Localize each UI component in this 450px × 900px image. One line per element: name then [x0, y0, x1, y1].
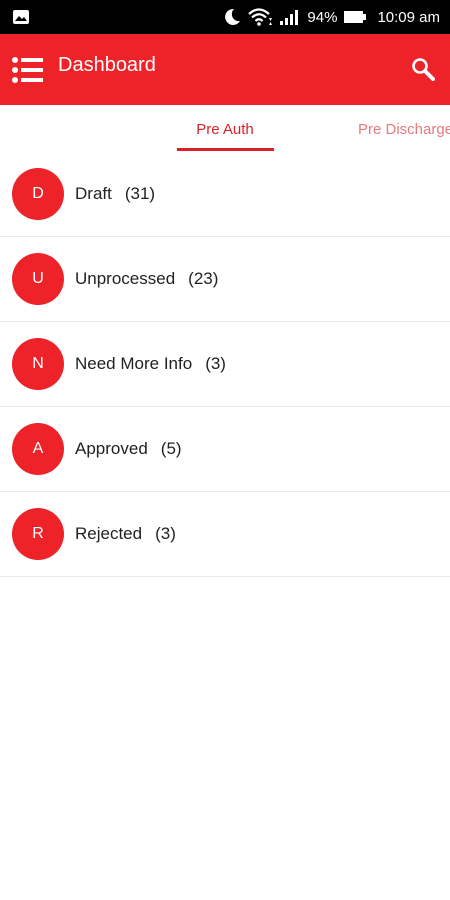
list-item-text: Unprocessed (23) — [75, 237, 218, 321]
list-item-approved[interactable]: A Approved (5) — [0, 407, 450, 492]
status-bar: 94% 10:09 am — [0, 0, 450, 34]
tab-pre-auth[interactable]: Pre Auth — [176, 105, 274, 153]
list-item-text: Approved (5) — [75, 407, 182, 491]
list-item-label: Draft — [75, 184, 112, 203]
tab-bar: Pre Auth Pre Discharge — [0, 105, 450, 153]
list-item-label: Approved — [75, 439, 148, 458]
list-item-rejected[interactable]: R Rejected (3) — [0, 492, 450, 577]
list-item-unprocessed[interactable]: U Unprocessed (23) — [0, 237, 450, 322]
status-list: D Draft (31) U Unprocessed (23) N Need M… — [0, 152, 450, 577]
status-time: 10:09 am — [377, 8, 440, 26]
page-title: Dashboard — [58, 54, 156, 76]
list-item-count: (3) — [205, 354, 226, 373]
avatar: N — [12, 338, 64, 390]
avatar: U — [12, 253, 64, 305]
app-bar: Dashboard — [0, 34, 450, 105]
list-item-label: Unprocessed — [75, 269, 176, 288]
list-item-text: Rejected (3) — [75, 492, 176, 576]
list-item-label: Need More Info — [75, 354, 193, 373]
avatar: A — [12, 423, 64, 475]
battery-percentage: 94% — [307, 8, 338, 26]
signal-icon — [279, 8, 301, 26]
list-item-count: (5) — [160, 439, 182, 458]
menu-list-icon[interactable] — [12, 56, 44, 84]
status-icons: 94% 10:09 am — [223, 0, 440, 34]
list-item-label: Rejected — [75, 524, 143, 543]
avatar: R — [12, 508, 64, 560]
list-item-draft[interactable]: D Draft (31) — [0, 152, 450, 237]
list-item-text: Need More Info (3) — [75, 322, 226, 406]
wifi-icon — [247, 7, 273, 27]
tab-pre-discharge[interactable]: Pre Discharge — [350, 105, 450, 153]
moon-icon — [223, 7, 241, 27]
list-item-count: (31) — [124, 184, 156, 203]
list-item-text: Draft (31) — [75, 152, 155, 236]
list-item-count: (3) — [155, 524, 176, 543]
tab-indicator — [177, 148, 274, 151]
avatar: D — [12, 168, 64, 220]
search-icon[interactable] — [411, 57, 435, 81]
list-item-count: (23) — [188, 269, 219, 288]
battery-icon — [343, 10, 367, 24]
gallery-notification-icon — [12, 9, 30, 25]
list-item-need-more-info[interactable]: N Need More Info (3) — [0, 322, 450, 407]
